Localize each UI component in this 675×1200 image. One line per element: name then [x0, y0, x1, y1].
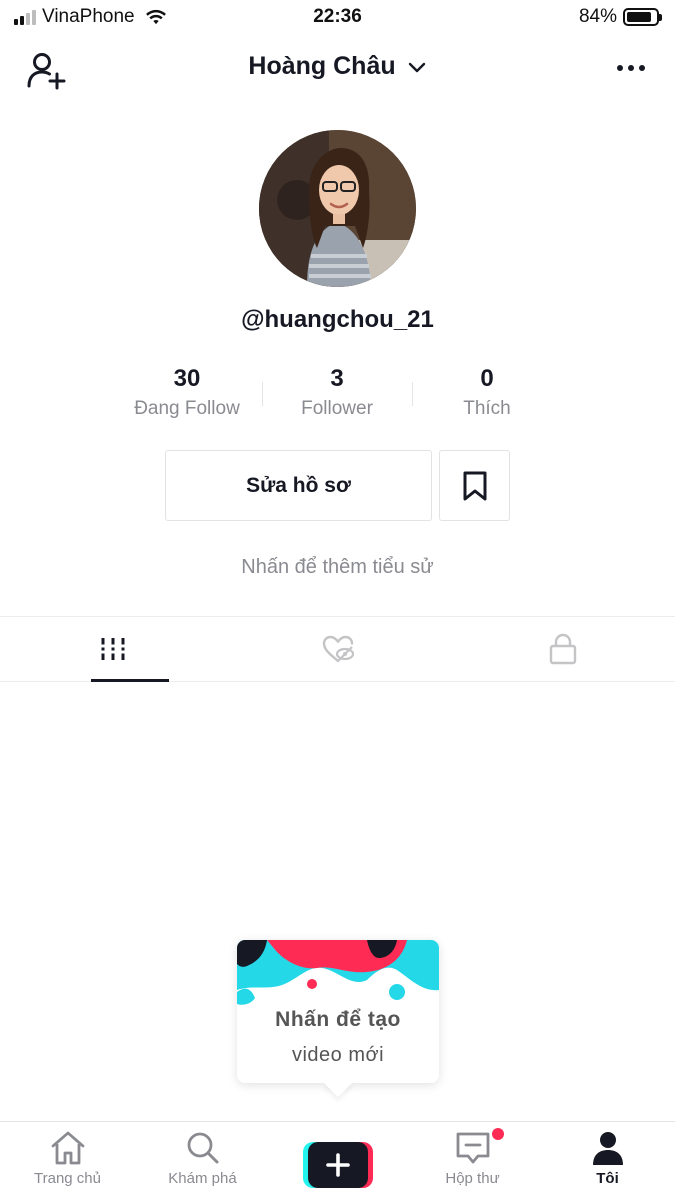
- nav-label: Tôi: [596, 1170, 619, 1187]
- bookmark-icon: [463, 471, 486, 500]
- inbox-icon: [456, 1132, 489, 1164]
- create-video-popover[interactable]: Nhấn để tạo video mới: [237, 940, 439, 1098]
- avatar[interactable]: [259, 130, 416, 287]
- add-bio-hint[interactable]: Nhấn để thêm tiểu sử: [0, 556, 675, 579]
- popover-title: Nhấn để tạo: [275, 1008, 401, 1031]
- nav-create[interactable]: [270, 1122, 405, 1200]
- liked-hidden-icon: [322, 635, 354, 663]
- notification-dot: [492, 1128, 504, 1140]
- create-plus-icon: [325, 1153, 350, 1177]
- home-icon: [51, 1131, 84, 1165]
- stat-label: Đang Follow: [134, 398, 240, 419]
- battery-fill: [627, 12, 651, 22]
- profile-icon: [592, 1132, 623, 1165]
- popover-art: [237, 940, 439, 1010]
- nav-label: Hộp thư: [445, 1170, 500, 1187]
- stat-followers[interactable]: 3 Follower: [262, 364, 412, 428]
- profile-tabs: [0, 616, 675, 682]
- stat-value: 3: [330, 365, 344, 392]
- stat-likes[interactable]: 0 Thích: [412, 364, 562, 428]
- nav-inbox[interactable]: Hộp thư: [405, 1122, 540, 1200]
- nav-home[interactable]: Trang chủ: [0, 1122, 135, 1200]
- battery-percent: 84%: [578, 6, 617, 27]
- more-dot-icon: [617, 65, 623, 71]
- edit-profile-button[interactable]: Sửa hồ sơ: [165, 450, 432, 521]
- nav-profile[interactable]: Tôi: [540, 1122, 675, 1200]
- popover-subtitle: video mới: [291, 1044, 385, 1066]
- avatar-photo: [259, 130, 416, 287]
- bottom-navigation: Trang chủ Khám phá Hộp thư Tôi: [0, 1121, 675, 1200]
- status-time: 22:36: [313, 6, 362, 27]
- account-switcher[interactable]: Hoàng Châu: [0, 52, 675, 81]
- stat-following[interactable]: 30 Đang Follow: [112, 364, 262, 428]
- create-button[interactable]: [302, 1142, 373, 1188]
- more-dot-icon: [639, 65, 645, 71]
- tab-videos[interactable]: [0, 617, 225, 682]
- chevron-down-icon: [408, 63, 425, 73]
- search-icon: [187, 1132, 218, 1164]
- tab-liked[interactable]: [225, 617, 450, 681]
- profile-screen: VinaPhone 22:36 84% Hoàng Châu @huangcho…: [0, 0, 675, 1200]
- nav-label: Trang chủ: [34, 1170, 101, 1187]
- more-dot-icon: [628, 65, 634, 71]
- nav-label: Khám phá: [168, 1170, 237, 1187]
- create-button-face: [307, 1142, 368, 1188]
- more-options-button[interactable]: [609, 52, 653, 84]
- account-name: Hoàng Châu: [248, 52, 396, 80]
- favorites-button[interactable]: [439, 450, 510, 521]
- active-tab-indicator: [91, 679, 169, 682]
- tab-private[interactable]: [450, 617, 675, 681]
- stat-value: 30: [173, 365, 201, 392]
- nav-discover[interactable]: Khám phá: [135, 1122, 270, 1200]
- profile-header: Hoàng Châu: [0, 40, 675, 98]
- popover-illustration: [237, 940, 439, 1010]
- stat-label: Follower: [301, 398, 373, 419]
- battery-icon: [623, 8, 662, 26]
- videos-grid-icon: [99, 638, 126, 660]
- stat-label: Thích: [463, 398, 511, 419]
- popover-arrow: [323, 1068, 353, 1098]
- private-lock-icon: [549, 633, 576, 665]
- status-bar: VinaPhone 22:36 84%: [0, 0, 675, 36]
- profile-stats: 30 Đang Follow 3 Follower 0 Thích: [112, 364, 562, 428]
- profile-username: @huangchou_21: [241, 306, 434, 333]
- stat-value: 0: [480, 365, 494, 392]
- status-right: 84%: [578, 6, 662, 28]
